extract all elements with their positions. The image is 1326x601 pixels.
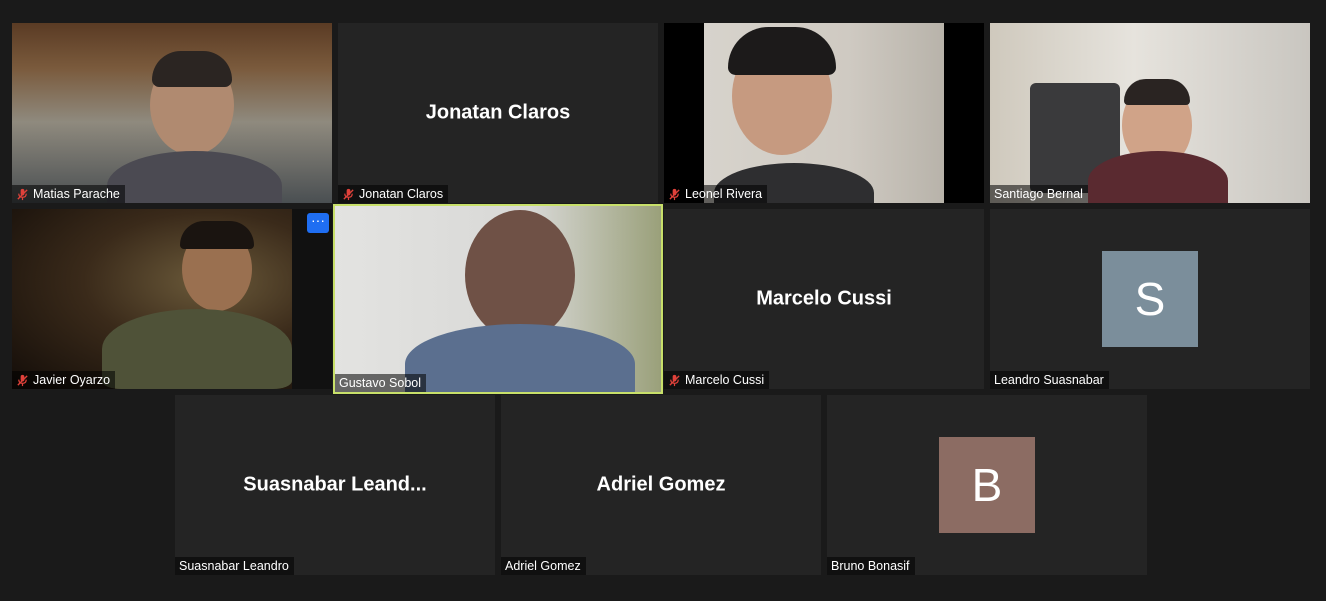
mic-off-icon: [343, 188, 354, 200]
participant-tile-bruno-bonasif[interactable]: B Bruno Bonasif: [827, 395, 1147, 575]
video-feed: [12, 23, 332, 203]
participant-name-tag: Leandro Suasnabar: [990, 371, 1109, 389]
participant-tile-suasnabar-leandro[interactable]: Suasnabar Leand... Suasnabar Leandro: [175, 395, 495, 575]
participant-name: Marcelo Cussi: [685, 373, 765, 387]
participant-name: Leandro Suasnabar: [994, 373, 1104, 387]
participant-tile-javier-oyarzo[interactable]: ··· Javier Oyarzo: [12, 209, 332, 389]
participant-display-name: Adriel Gomez: [596, 473, 726, 496]
participant-name: Matias Parache: [33, 187, 120, 201]
participant-name-tag: Adriel Gomez: [501, 557, 586, 575]
participant-name-tag: Leonel Rivera: [664, 185, 768, 203]
more-options-icon: ···: [311, 212, 325, 228]
video-feed: [704, 23, 944, 203]
more-options-button[interactable]: ···: [307, 213, 329, 233]
participant-name-tag: Marcelo Cussi: [664, 371, 770, 389]
participant-name-tag: Suasnabar Leandro: [175, 557, 294, 575]
participant-display-name: Jonatan Claros: [425, 101, 571, 124]
participant-name-tag: Gustavo Sobol: [335, 374, 426, 392]
participant-tile-leonel-rivera[interactable]: Leonel Rivera: [664, 23, 984, 203]
avatar-initial: B: [971, 459, 1003, 511]
participant-name-tag: Santiago Bernal: [990, 185, 1088, 203]
avatar: S: [1102, 251, 1198, 347]
participant-name-tag: Matias Parache: [12, 185, 125, 203]
avatar-initial: S: [1134, 273, 1166, 325]
participant-name-tag: Jonatan Claros: [338, 185, 449, 203]
participant-tile-santiago-bernal[interactable]: Santiago Bernal: [990, 23, 1310, 203]
participant-tile-adriel-gomez[interactable]: Adriel Gomez Adriel Gomez: [501, 395, 821, 575]
participant-tile-marcelo-cussi[interactable]: Marcelo Cussi Marcelo Cussi: [664, 209, 984, 389]
participant-name: Gustavo Sobol: [339, 376, 421, 390]
mic-off-icon: [669, 374, 680, 386]
mic-off-icon: [17, 188, 28, 200]
participant-name: Santiago Bernal: [994, 187, 1083, 201]
participant-tile-matias-parache[interactable]: Matias Parache: [12, 23, 332, 203]
avatar: B: [939, 437, 1035, 533]
participant-tile-jonatan-claros[interactable]: Jonatan Claros Jonatan Claros: [338, 23, 658, 203]
participant-display-name: Suasnabar Leand...: [243, 473, 427, 496]
mic-off-icon: [17, 374, 28, 386]
participant-name: Adriel Gomez: [505, 559, 581, 573]
mic-off-icon: [669, 188, 680, 200]
participant-name-tag: Javier Oyarzo: [12, 371, 116, 389]
participant-name: Suasnabar Leandro: [179, 559, 289, 573]
participant-name: Leonel Rivera: [685, 187, 763, 201]
participant-name: Jonatan Claros: [359, 187, 444, 201]
participant-tile-leandro-suasnabar[interactable]: S Leandro Suasnabar: [990, 209, 1310, 389]
participant-name: Javier Oyarzo: [33, 373, 111, 387]
video-feed: [335, 206, 661, 392]
video-feed: [12, 209, 292, 389]
participant-tile-gustavo-sobol[interactable]: Gustavo Sobol: [333, 204, 663, 394]
participant-display-name: Marcelo Cussi: [756, 287, 892, 310]
participant-name-tag: Bruno Bonasif: [827, 557, 915, 575]
participant-name: Bruno Bonasif: [831, 559, 910, 573]
video-feed: [990, 23, 1310, 203]
